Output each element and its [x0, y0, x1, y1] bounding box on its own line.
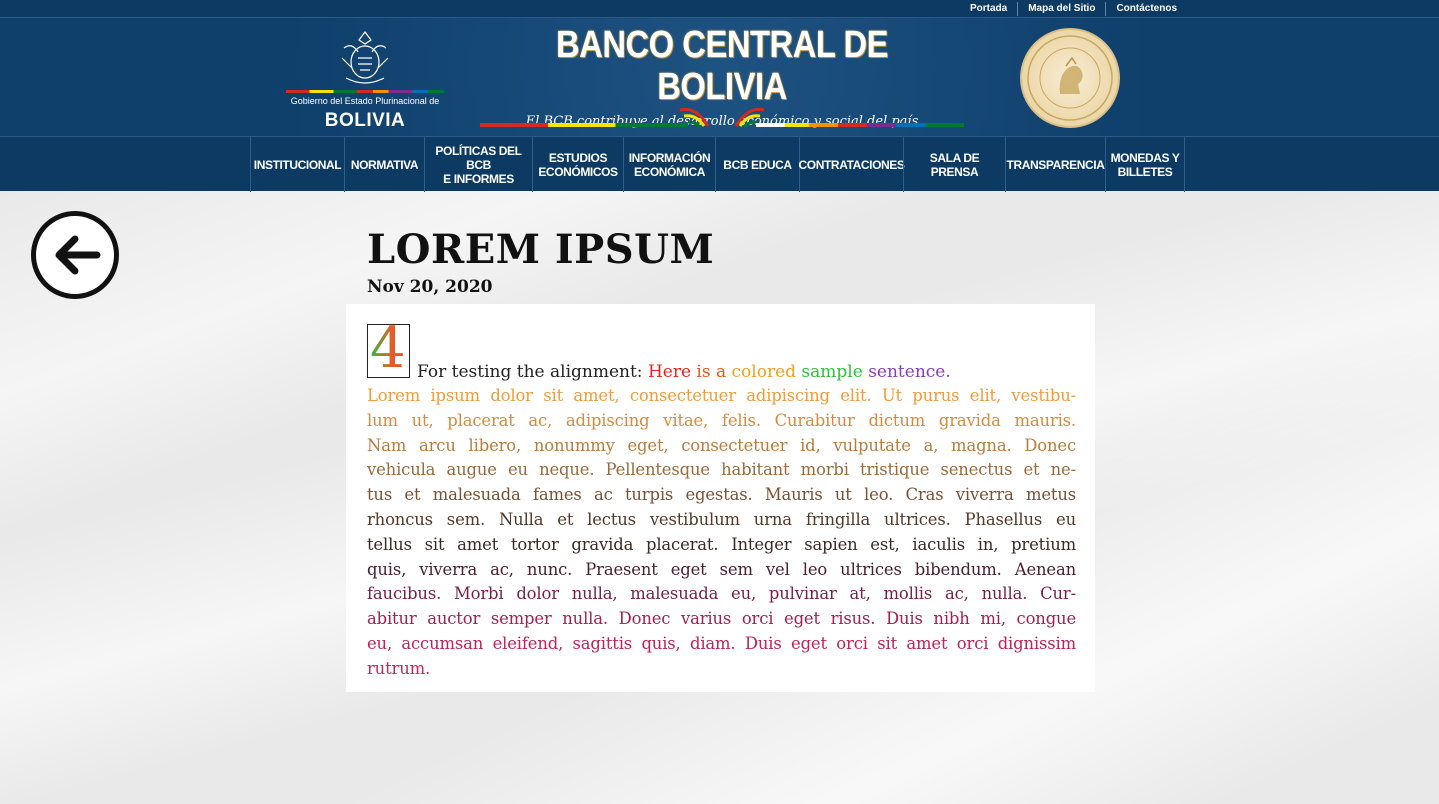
text-line: eu, accumsan eleifend, sagittis quis, di…	[367, 633, 1076, 653]
bank-seal-logo[interactable]	[1020, 28, 1120, 128]
nav-item-transparencia[interactable]: TRANSPARENCIA	[1005, 137, 1105, 192]
site-header: Gobierno del Estado Plurinacional de BOL…	[0, 18, 1439, 136]
colored-word: colored	[731, 362, 797, 382]
bank-title-block[interactable]: BANCO CENTRAL DE BOLIVIA El BCB contribu…	[480, 24, 964, 134]
contact-link[interactable]: Contáctenos	[1105, 2, 1187, 16]
first-line-prefix: For testing the alignment:	[417, 362, 648, 382]
nav-item-sala-de-prensa[interactable]: SALA DE PRENSA	[903, 137, 1005, 192]
nav-item-informacion[interactable]: INFORMACIÓN ECONÓMICA	[623, 137, 715, 192]
home-link[interactable]: Portada	[960, 2, 1017, 16]
government-text: Gobierno del Estado Plurinacional de	[290, 96, 440, 106]
government-logo[interactable]: Gobierno del Estado Plurinacional de BOL…	[286, 28, 444, 136]
publish-date: Nov 20, 2020	[367, 277, 493, 297]
nav-item-normativa[interactable]: NORMATIVA	[344, 137, 424, 192]
colored-word: is a	[691, 362, 732, 382]
bank-title: BANCO CENTRAL DE BOLIVIA	[555, 24, 889, 108]
nav-item-bcb-educa[interactable]: BCB EDUCA	[715, 137, 799, 192]
top-links: Portada Mapa del Sitio Contáctenos	[960, 0, 1187, 18]
top-utility-bar: Portada Mapa del Sitio Contáctenos	[0, 0, 1439, 18]
nav-item-monedas[interactable]: MONEDAS Y BILLETES	[1105, 137, 1185, 192]
text-line: vehicula augue eu neque. Pellentesque ha…	[367, 460, 1076, 480]
nav-item-estudios[interactable]: ESTUDIOS ECONÓMICOS	[532, 137, 623, 192]
nav-item-institucional[interactable]: INSTITUCIONAL	[250, 137, 344, 192]
colored-word: sentence.	[868, 362, 951, 382]
text-line: lum ut, placerat ac, adipiscing vitae, f…	[367, 410, 1076, 430]
flag-stripe	[286, 90, 444, 93]
arrow-left-icon	[55, 235, 101, 275]
text-line: quis, viverra ac, nunc. Praesent eget se…	[367, 559, 1076, 579]
text-line: faucibus. Morbi dolor nulla, malesuada e…	[367, 584, 1076, 604]
colored-word: Here	[647, 362, 692, 382]
main-navigation: INSTITUCIONAL NORMATIVA POLÍTICAS DEL BC…	[0, 136, 1439, 192]
page-title: LOREM IPSUM	[367, 226, 715, 273]
body-text: Lorem ipsum dolor sit amet, consectetuer…	[367, 384, 1076, 682]
nav-items: INSTITUCIONAL NORMATIVA POLÍTICAS DEL BC…	[250, 137, 1185, 192]
nav-item-contrataciones[interactable]: CONTRATACIONES	[799, 137, 905, 192]
text-line: abitur auctor semper nulla. Donec varius…	[367, 609, 1076, 629]
coat-of-arms-icon	[341, 31, 389, 84]
text-line: Lorem ipsum dolor sit amet, consectetuer…	[367, 386, 1076, 405]
title-color-stripe	[480, 123, 964, 127]
text-line: tus et malesuada fames ac turpis egestas…	[367, 485, 1076, 505]
country-name: BOLIVIA	[324, 110, 406, 131]
text-line: tellus sit amet tortor gravida placerat.…	[367, 534, 1076, 554]
nav-item-politicas[interactable]: POLÍTICAS DEL BCB E INFORMES	[424, 137, 532, 192]
sitemap-link[interactable]: Mapa del Sitio	[1017, 2, 1105, 16]
text-line: rutrum.	[367, 658, 431, 678]
text-line: Nam arcu libero, nonummy eget, consectet…	[367, 435, 1076, 455]
first-line: For testing the alignment: Here is a col…	[417, 362, 951, 382]
text-line: rhoncus sem. Nulla et lectus vestibulum …	[367, 509, 1076, 529]
back-button[interactable]	[31, 211, 119, 299]
seal-icon	[1027, 35, 1113, 121]
colored-sentence: Here is a colored sample sentence.	[648, 362, 951, 382]
drop-cap-digit: 4	[370, 316, 406, 381]
drop-cap-box: 4	[367, 319, 410, 379]
colored-word: sample	[796, 362, 869, 382]
document-image: 4 For testing the alignment: Here is a c…	[346, 304, 1095, 692]
